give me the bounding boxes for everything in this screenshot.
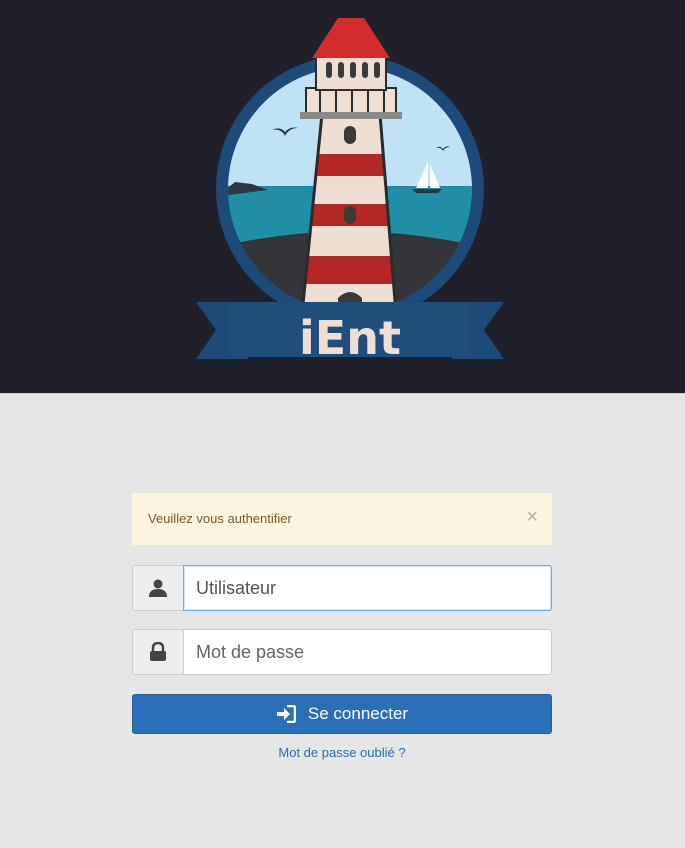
- sign-in-icon: [276, 705, 296, 723]
- password-input[interactable]: [183, 629, 552, 675]
- username-input[interactable]: [183, 565, 552, 611]
- user-icon: [132, 565, 183, 611]
- password-group: [132, 629, 552, 675]
- logo-text: iEnt: [299, 311, 401, 365]
- alert-message: Veuillez vous authentifier: [148, 511, 292, 526]
- username-group: [132, 565, 552, 611]
- header: iEnt: [0, 0, 685, 394]
- login-button[interactable]: Se connecter: [132, 694, 552, 734]
- forgot-password-link[interactable]: Mot de passe oublié ?: [132, 745, 552, 760]
- auth-alert: Veuillez vous authentifier ×: [132, 493, 552, 545]
- close-icon[interactable]: ×: [526, 507, 538, 527]
- lock-icon: [132, 629, 183, 675]
- ient-logo: iEnt: [196, 18, 504, 365]
- login-button-label: Se connecter: [307, 704, 409, 723]
